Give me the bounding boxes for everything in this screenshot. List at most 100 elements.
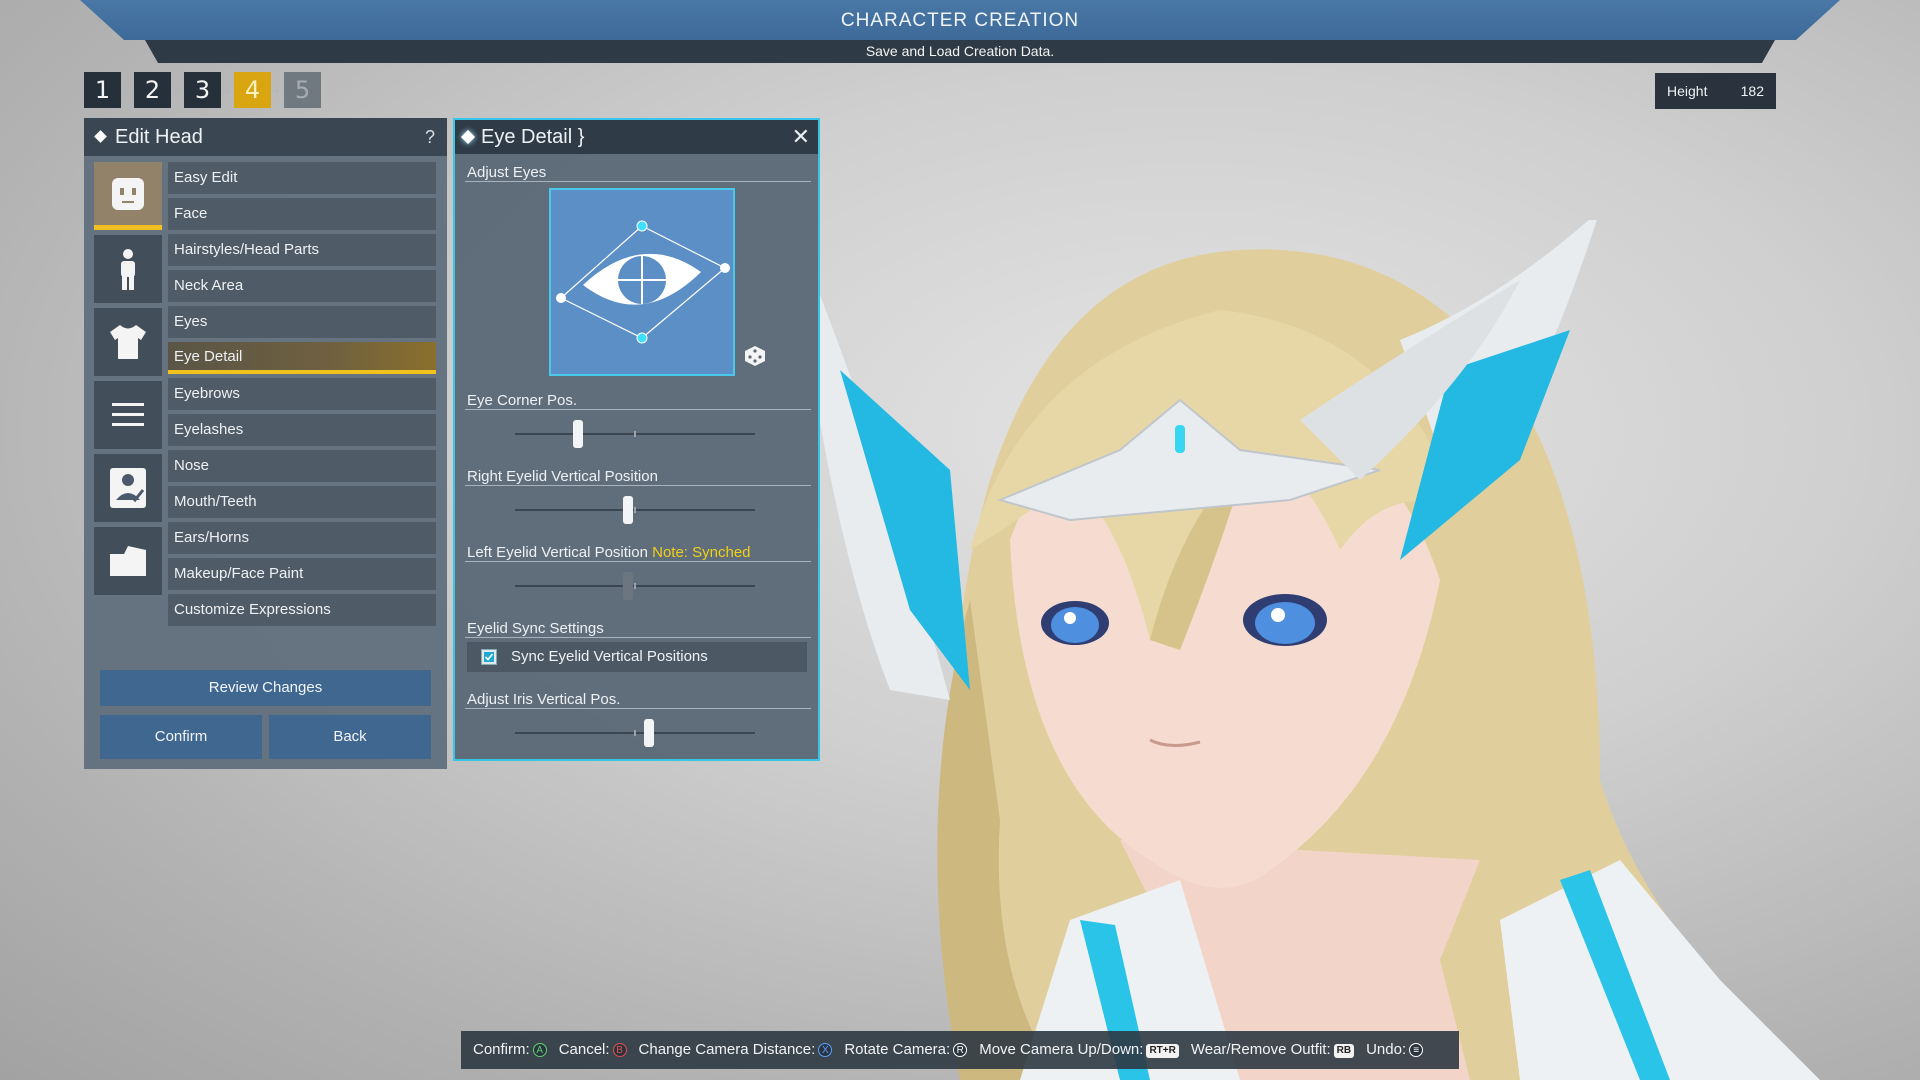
sync-checkbox[interactable] [481, 649, 497, 665]
hint-camera-distance: Change Camera Distance: X [639, 1031, 833, 1069]
menu-item-neck-area[interactable]: Neck Area [168, 270, 436, 302]
step-1-tab[interactable]: 1 [84, 72, 121, 108]
eye-shape-pad[interactable] [549, 188, 735, 376]
edit-head-title: Edit Head [115, 126, 203, 148]
category-body-button[interactable] [94, 235, 162, 303]
menu-item-ears-horns[interactable]: Ears/Horns [168, 522, 436, 554]
step-separator: ▸ [175, 85, 180, 95]
back-button[interactable]: Back [269, 715, 431, 759]
body-icon [121, 249, 135, 290]
review-changes-button[interactable]: Review Changes [100, 670, 431, 706]
outfit-icon [110, 325, 146, 359]
step-separator: ▸ [275, 85, 280, 95]
menu-item-hairstyles[interactable]: Hairstyles/Head Parts [168, 234, 436, 266]
iris-slider[interactable] [515, 719, 755, 747]
category-face-button[interactable] [94, 162, 162, 230]
question-icon[interactable]: ? [425, 118, 435, 156]
edit-head-panel: Edit Head ? Easy Edit Face Hairstyles/He… [84, 118, 447, 769]
left-eyelid-label-text: Left Eyelid Vertical Position [467, 544, 648, 561]
slider-center-tick [634, 507, 636, 513]
menu-item-eye-detail[interactable]: Eye Detail [168, 342, 436, 374]
left-eyelid-slider [515, 572, 755, 600]
divider [465, 561, 811, 562]
diamond-icon [94, 130, 107, 143]
synched-note: Note: Synched [652, 544, 751, 561]
eye-detail-header: Eye Detail ✕ } [455, 120, 818, 154]
menu-item-mouth-teeth[interactable]: Mouth/Teeth [168, 486, 436, 518]
adjust-eyes-label: Adjust Eyes [467, 164, 547, 181]
randomize-dice-icon[interactable] [743, 344, 767, 368]
divider [465, 637, 811, 638]
slider-center-tick [634, 431, 636, 437]
category-save-button[interactable] [94, 527, 162, 595]
hint-confirm: Confirm: A [473, 1031, 547, 1069]
profile-card-icon [110, 468, 146, 508]
right-stick-icon: R [953, 1043, 968, 1057]
divider [465, 181, 811, 182]
face-icon [112, 177, 144, 210]
edit-head-header: Edit Head ? [84, 118, 447, 156]
divider [465, 409, 811, 410]
hint-move-camera: Move Camera Up/Down: RT+R [979, 1031, 1179, 1069]
iris-label: Adjust Iris Vertical Pos. [467, 691, 621, 708]
menu-item-eyebrows[interactable]: Eyebrows [168, 378, 436, 410]
save-folder-icon [110, 546, 146, 576]
eye-detail-panel: Eye Detail ✕ } Adjust Eyes Eye Corner Po… [453, 118, 820, 761]
menu-item-customize-expressions[interactable]: Customize Expressions [168, 594, 436, 626]
left-eyelid-slider-thumb [623, 572, 633, 600]
x-button-icon: X [818, 1043, 833, 1057]
sync-eyelid-option[interactable]: Sync Eyelid Vertical Positions [467, 642, 807, 672]
hint-rotate-camera: Rotate Camera: R [844, 1031, 968, 1069]
height-display: Height 182 [1655, 73, 1776, 109]
step-3-tab[interactable]: 3 [184, 72, 221, 108]
page-subtitle[interactable]: Save and Load Creation Data. [145, 40, 1775, 63]
close-icon[interactable]: ✕ [792, 120, 810, 154]
step-2-tab[interactable]: 2 [134, 72, 171, 108]
step-separator: ▸ [225, 85, 230, 95]
sparkle-icon [460, 129, 476, 145]
eye-corner-slider-thumb[interactable] [573, 420, 583, 448]
eye-corner-label: Eye Corner Pos. [467, 392, 578, 409]
iris-slider-thumb[interactable] [644, 719, 654, 747]
character-preview[interactable] [820, 220, 1920, 1080]
height-value: 182 [1740, 83, 1764, 99]
menu-item-easy-edit[interactable]: Easy Edit [168, 162, 436, 194]
hint-cancel: Cancel: B [559, 1031, 627, 1069]
page-title: CHARACTER CREATION [840, 10, 1080, 31]
left-eyelid-label: Left Eyelid Vertical Position Note: Sync… [467, 544, 751, 561]
menu-item-makeup[interactable]: Makeup/Face Paint [168, 558, 436, 590]
divider [465, 708, 811, 709]
eye-shape-icon [556, 220, 730, 344]
category-outfit-button[interactable] [94, 308, 162, 376]
eye-corner-slider[interactable] [515, 420, 755, 448]
menu-lines-icon [112, 403, 144, 426]
controls-hint-bar: Confirm: A Cancel: B Change Camera Distanc… [461, 1031, 1459, 1069]
slider-center-tick [634, 583, 636, 589]
menu-item-face[interactable]: Face [168, 198, 436, 230]
sync-checkbox-label: Sync Eyelid Vertical Positions [511, 648, 708, 665]
checkmark-icon [484, 652, 494, 662]
menu-button-icon: ≡ [1409, 1043, 1424, 1057]
eye-detail-title: Eye Detail [481, 126, 573, 148]
step-4-tab[interactable]: 4 [234, 72, 271, 108]
hint-undo: Undo: ≡ [1366, 1031, 1424, 1069]
right-eyelid-slider-thumb[interactable] [623, 496, 633, 524]
step-tracker: 1 ▸ 2 ▸ 3 ▸ 4 ▸ 5 [84, 72, 321, 108]
eyelid-sync-label: Eyelid Sync Settings [467, 620, 604, 637]
category-settings-button[interactable] [94, 381, 162, 449]
rt-right-stick-icon: RT+R [1146, 1044, 1179, 1058]
a-button-icon: A [532, 1043, 547, 1057]
height-label: Height [1667, 83, 1708, 99]
b-button-icon: B [612, 1043, 627, 1057]
menu-item-eyelashes[interactable]: Eyelashes [168, 414, 436, 446]
category-profile-button[interactable] [94, 454, 162, 522]
hint-outfit: Wear/Remove Outfit: RB [1191, 1031, 1355, 1069]
menu-item-nose[interactable]: Nose [168, 450, 436, 482]
right-eyelid-slider[interactable] [515, 496, 755, 524]
step-5-tab: 5 [284, 72, 321, 108]
confirm-button[interactable]: Confirm [100, 715, 262, 759]
step-separator: ▸ [125, 85, 130, 95]
rb-button-icon: RB [1333, 1044, 1355, 1058]
menu-item-eyes[interactable]: Eyes [168, 306, 436, 338]
divider [465, 485, 811, 486]
